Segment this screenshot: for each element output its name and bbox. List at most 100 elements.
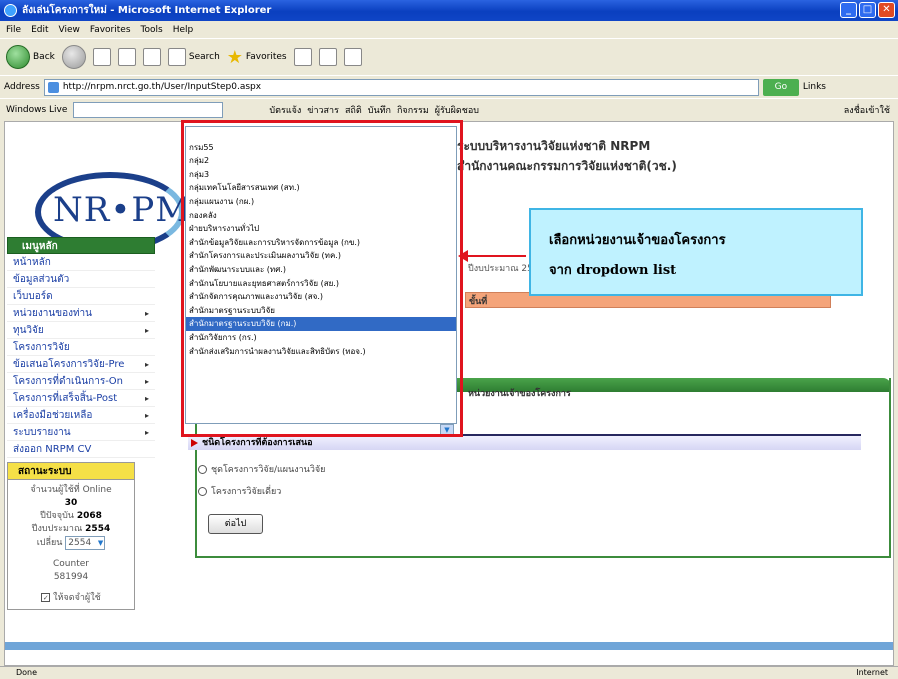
- links-label[interactable]: Links: [803, 82, 826, 92]
- mail-icon[interactable]: [318, 48, 337, 66]
- signin-link[interactable]: ลงชื่อเข้าใช้: [844, 103, 890, 117]
- page-header: ระบบบริหารงานวิจัยแห่งชาติ NRPM สำนักงาน…: [457, 136, 677, 176]
- live-link-4[interactable]: บันทึก: [368, 103, 391, 117]
- radio-program-circle[interactable]: [198, 464, 207, 474]
- sidebar-item[interactable]: โครงการที่ดำเนินการ-On ▸: [7, 373, 155, 390]
- step-bar-label: ขั้นที่: [469, 297, 488, 307]
- counter-label: Counter: [53, 559, 89, 569]
- ie-icon: [4, 4, 17, 17]
- print-icon[interactable]: [343, 48, 362, 66]
- sidebar-item-label: เครื่องมือช่วยเหลือ: [13, 410, 93, 421]
- sidebar-item[interactable]: โครงการวิจัย: [7, 339, 155, 356]
- sidebar-menu: หน้าหลักข้อมูลส่วนตัวเว็บบอร์ดหน่วยงานขอ…: [7, 254, 155, 458]
- header-line2: สำนักงานคณะกรรมการวิจัยแห่งชาติ(วช.): [457, 159, 677, 173]
- pointer-arrow: [458, 250, 526, 262]
- sidebar-item[interactable]: ข้อมูลส่วนตัว: [7, 271, 155, 288]
- next-button[interactable]: ต่อไป: [208, 514, 263, 534]
- refresh-icon[interactable]: [117, 48, 136, 66]
- favorites-button[interactable]: ★ Favorites: [227, 47, 287, 68]
- menu-edit[interactable]: Edit: [31, 25, 48, 35]
- year-select-label: เปลี่ยน: [36, 538, 63, 548]
- forward-button[interactable]: [61, 45, 86, 69]
- radio-single-circle[interactable]: [198, 486, 207, 496]
- menu-favorites[interactable]: Favorites: [90, 25, 131, 35]
- status-bar: Done Internet: [0, 666, 898, 679]
- menu-view[interactable]: View: [59, 25, 80, 35]
- radio-program[interactable]: ชุดโครงการวิจัย/แผนงานวิจัย: [198, 462, 325, 476]
- sidebar-item[interactable]: ส่งออก NRPM CV: [7, 441, 155, 458]
- windows-live-bar: Windows Live บัตรแจ้ง ข่าวสาร สถิติ บันท…: [0, 98, 898, 212]
- sidebar-item[interactable]: ทุนวิจัย ▸: [7, 322, 155, 339]
- search-button[interactable]: Search: [167, 48, 220, 66]
- sidebar-item-label: โครงการที่ดำเนินการ-On: [13, 376, 124, 387]
- callout-line2: จาก dropdown list: [549, 263, 677, 278]
- sidebar-item[interactable]: เว็บบอร์ด: [7, 288, 155, 305]
- project-owner-label: หน่วยงานเจ้าของโครงการ: [468, 389, 571, 399]
- remember-label: ให้จดจำผู้ใช้: [53, 593, 101, 603]
- sidebar: เมนูหลัก หน้าหลัก ข้อมูลส่วนตัว เว็บบอร์ดห…: [7, 237, 155, 665]
- online-label: จำนวนผู้ใช้ที่ Online: [30, 485, 112, 495]
- remember-checkbox[interactable]: ✓: [41, 593, 51, 602]
- address-input[interactable]: http://nrpm.nrct.go.th/User/InputStep0.a…: [43, 78, 759, 96]
- sidebar-item-label: หน่วยงานของท่าน: [13, 308, 93, 319]
- live-link-6[interactable]: ผู้รับผิดชอบ: [435, 103, 479, 117]
- menu-file[interactable]: File: [6, 25, 21, 35]
- radio-single[interactable]: โครงการวิจัยเดี่ยว: [198, 484, 281, 498]
- close-button[interactable]: ✕: [878, 2, 895, 18]
- sidebar-item[interactable]: โครงการที่เสร็จสิ้น-Post ▸: [7, 390, 155, 407]
- sidebar-header: เมนูหลัก: [7, 237, 155, 254]
- chevron-right-icon: ▸: [144, 428, 149, 437]
- year-select[interactable]: 2554: [65, 536, 106, 550]
- sidebar-item-label: ส่งออก NRPM CV: [13, 444, 92, 455]
- highlight-box: [181, 120, 463, 437]
- go-button[interactable]: Go: [762, 78, 799, 96]
- live-link-5[interactable]: กิจกรรม: [397, 103, 429, 117]
- menu-tools[interactable]: Tools: [141, 25, 163, 35]
- live-search-input[interactable]: [73, 101, 224, 118]
- sidebar-item-label: ข้อมูลส่วนตัว: [13, 274, 70, 285]
- minimize-button[interactable]: _: [840, 2, 857, 18]
- search-icon: [167, 48, 186, 66]
- footer-bar: [5, 642, 893, 650]
- year-value: 2068: [76, 511, 102, 521]
- sidebar-item[interactable]: เครื่องมือช่วยเหลือ ▸: [7, 407, 155, 424]
- budget-label: ปีงบประมาณ: [31, 524, 83, 534]
- system-status-panel: สถานะระบบ จำนวนผู้ใช้ที่ Online 30 ปีปัจ…: [7, 462, 135, 610]
- instruction-callout: เลือกหน่วยงานเจ้าของโครงการ จาก dropdown…: [529, 208, 863, 296]
- sidebar-item[interactable]: หน่วยงานของท่าน ▸: [7, 305, 155, 322]
- sidebar-item-label: ข้อเสนอโครงการวิจัย-Pre: [13, 359, 125, 370]
- live-link-1[interactable]: บัตรแจ้ง: [269, 103, 301, 117]
- forward-icon: [61, 45, 86, 69]
- chevron-right-icon: ▸: [144, 377, 149, 386]
- sidebar-item-label: เว็บบอร์ด: [13, 291, 53, 302]
- sidebar-item[interactable]: หน้าหลัก: [7, 254, 155, 271]
- maximize-button[interactable]: □: [859, 2, 876, 18]
- chevron-right-icon: ▸: [144, 360, 149, 369]
- star-icon: ★: [226, 46, 243, 68]
- counter-value: 581994: [53, 572, 89, 582]
- menu-bar: File Edit View Favorites Tools Help: [0, 21, 898, 38]
- sidebar-item-label: ทุนวิจัย: [13, 325, 44, 336]
- chevron-right-icon: ▸: [144, 394, 149, 403]
- sidebar-item[interactable]: ข้อเสนอโครงการวิจัย-Pre ▸: [7, 356, 155, 373]
- menu-help[interactable]: Help: [173, 25, 194, 35]
- chevron-right-icon: ▸: [144, 309, 149, 318]
- live-link-2[interactable]: ข่าวสาร: [307, 103, 339, 117]
- year-label: ปีปัจจุบัน: [40, 511, 74, 521]
- stop-icon[interactable]: [92, 48, 111, 66]
- sidebar-item-label: โครงการวิจัย: [13, 342, 70, 353]
- back-button[interactable]: Back: [6, 45, 55, 69]
- zone-text: Internet: [856, 668, 888, 677]
- window-title: ลังเล่นโครงการใหม่ - Microsoft Internet …: [22, 5, 272, 16]
- title-bar: ลังเล่นโครงการใหม่ - Microsoft Internet …: [0, 0, 898, 21]
- history-icon[interactable]: [293, 48, 312, 66]
- ie-window: ลังเล่นโครงการใหม่ - Microsoft Internet …: [0, 0, 898, 679]
- home-icon[interactable]: [142, 48, 161, 66]
- logo-text: NR•PM: [53, 190, 192, 230]
- live-link-3[interactable]: สถิติ: [345, 103, 362, 117]
- sidebar-item[interactable]: ระบบรายงาน ▸: [7, 424, 155, 441]
- sidebar-item-label: ระบบรายงาน: [13, 427, 71, 438]
- sidebar-item-label: หน้าหลัก: [13, 257, 51, 268]
- windows-live-label[interactable]: Windows Live: [6, 105, 67, 115]
- status-text: Done: [16, 668, 38, 677]
